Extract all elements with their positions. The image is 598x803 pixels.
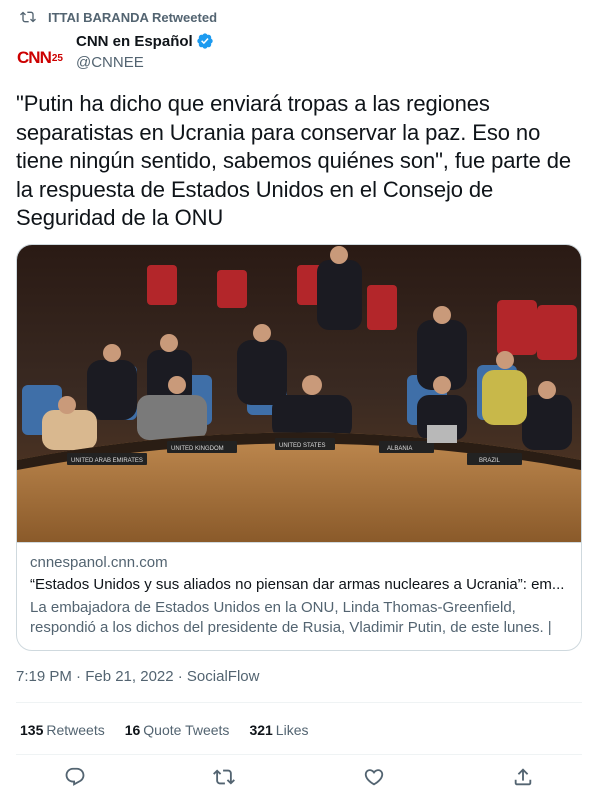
retweets-stat[interactable]: 135 Retweets [20,722,105,738]
link-card[interactable]: UNITED ARAB EMIRATES UNITED KINGDOM UNITE… [16,244,582,651]
card-domain: cnnespanol.cnn.com [30,554,168,571]
divider [16,754,582,755]
share-icon [515,768,532,786]
action-bar [0,766,598,788]
likes-count: 321 [249,722,273,738]
tweet-text: "Putin ha dicho que enviará tropas a las… [16,91,572,230]
svg-text:ALBANIA: ALBANIA [387,446,412,452]
retweets-label: Retweets [46,722,105,738]
author-block[interactable]: CNN en Español @CNNEE [76,32,214,71]
retweets-count: 135 [20,722,44,738]
author-name[interactable]: CNN en Español [76,33,193,50]
like-button[interactable] [363,766,385,788]
like-icon [364,769,383,786]
svg-text:UNITED ARAB EMIRATES: UNITED ARAB EMIRATES [71,458,143,464]
likes-label: Likes [275,722,309,738]
cnn-logo: CNN [17,48,52,67]
retweet-label: ITTAI BARANDA Retweeted [48,9,218,25]
divider [16,702,582,703]
author-handle[interactable]: @CNNEE [76,54,214,71]
avatar[interactable]: CNN 25 [16,34,64,82]
quotes-count: 16 [124,722,141,738]
likes-stat[interactable]: 321 Likes [249,722,308,738]
reply-icon [65,767,85,786]
tweet-timestamp[interactable]: 7:19 PM · Feb 21, 2022 · SocialFlow [16,668,259,685]
svg-text:UNITED STATES: UNITED STATES [279,443,325,449]
quote-tweets-stat[interactable]: 16 Quote Tweets [125,722,230,738]
retweet-button[interactable] [213,766,236,788]
share-button[interactable] [512,766,534,788]
card-description: La embajadora de Estados Unidos en la ON… [30,599,552,651]
retweet-context[interactable]: ITTAI BARANDA Retweeted [20,8,217,26]
reply-button[interactable] [64,766,86,788]
retweet-icon [20,11,36,23]
svg-text:BRAZIL: BRAZIL [479,458,501,464]
card-title: “Estados Unidos y sus aliados no piensan… [30,576,565,593]
verified-icon [197,33,213,49]
quotes-label: Quote Tweets [143,722,230,738]
logo-badge: 25 [51,52,63,64]
engagement-stats: 135 Retweets 16 Quote Tweets 321 Likes [20,722,308,738]
card-image[interactable]: UNITED ARAB EMIRATES UNITED KINGDOM UNITE… [17,245,581,543]
retweet-icon [213,769,236,785]
svg-text:UNITED KINGDOM: UNITED KINGDOM [171,446,224,452]
